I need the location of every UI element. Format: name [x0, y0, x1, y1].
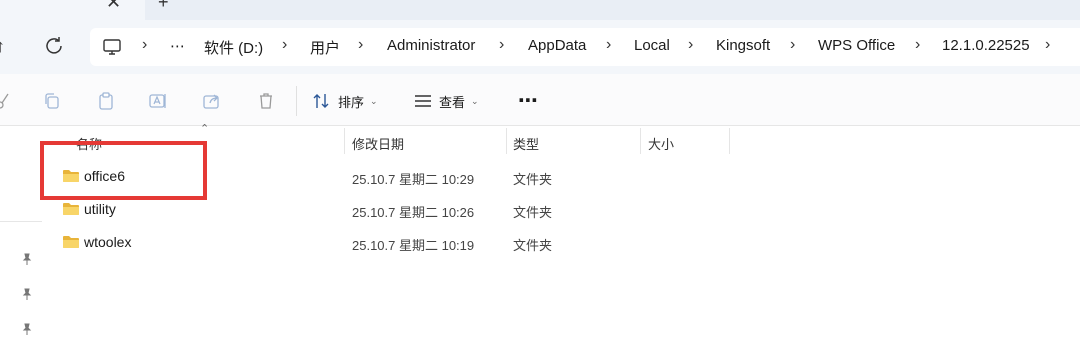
file-modified: 25.10.7 星期二 10:29	[352, 172, 475, 187]
column-resize-handle[interactable]	[640, 128, 641, 154]
sort-button[interactable]: 排序 ⌄	[312, 89, 378, 113]
breadcrumb-item[interactable]: Administrator	[387, 37, 475, 54]
file-type: 文件夹	[513, 238, 553, 253]
cut-icon[interactable]	[0, 91, 10, 111]
active-tab[interactable]	[0, 0, 145, 20]
breadcrumb-item[interactable]: WPS Office	[818, 37, 895, 54]
breadcrumb-item[interactable]: Kingsoft	[716, 37, 770, 54]
breadcrumb-item-current[interactable]: 12.1.0.22525	[942, 37, 1030, 54]
address-bar[interactable]: › ⋯ 软件 (D:) › 用户 › Administrator › AppDa…	[90, 28, 1080, 66]
chevron-down-icon: ⌄	[370, 95, 378, 106]
more-options-button[interactable]: ⋯	[518, 88, 539, 113]
column-header-type[interactable]: 类型	[513, 134, 539, 153]
breadcrumb-separator[interactable]: ›	[790, 36, 795, 54]
breadcrumb-separator[interactable]: ›	[915, 36, 920, 54]
copy-icon[interactable]	[42, 91, 62, 111]
address-row: ↑ › ⋯ 软件 (D:) › 用户 › Administrator › App…	[0, 20, 1080, 74]
column-header-size[interactable]: 大小	[648, 134, 674, 153]
file-name[interactable]: wtoolex	[84, 234, 131, 250]
view-label: 查看	[439, 94, 466, 110]
view-button[interactable]: 查看 ⌄	[413, 89, 479, 113]
breadcrumb-item[interactable]: 用户	[310, 37, 340, 58]
command-toolbar: 排序 ⌄ 查看 ⌄ ⋯	[0, 74, 1080, 126]
delete-icon[interactable]	[256, 91, 276, 111]
breadcrumb-separator[interactable]: ›	[282, 36, 287, 54]
column-resize-handle[interactable]	[344, 128, 345, 154]
file-modified: 25.10.7 星期二 10:26	[352, 205, 475, 220]
sort-label: 排序	[338, 94, 365, 110]
file-type: 文件夹	[513, 172, 553, 187]
file-type: 文件夹	[513, 205, 553, 220]
column-header-modified[interactable]: 修改日期	[352, 134, 404, 153]
breadcrumb-item[interactable]: AppData	[528, 37, 586, 54]
share-icon[interactable]	[202, 91, 222, 111]
folder-icon	[63, 236, 79, 248]
column-resize-handle[interactable]	[506, 128, 507, 154]
highlight-annotation	[40, 141, 207, 200]
pc-icon[interactable]	[102, 37, 122, 57]
folder-icon	[63, 203, 79, 215]
chevron-down-icon: ⌄	[471, 95, 479, 106]
sort-icon	[313, 94, 329, 108]
breadcrumb-separator[interactable]: ›	[358, 36, 363, 54]
breadcrumb-separator[interactable]: ›	[142, 36, 147, 54]
view-icon	[415, 95, 431, 107]
breadcrumb-item[interactable]: Local	[634, 37, 670, 54]
breadcrumb-separator[interactable]: ›	[1045, 36, 1050, 54]
close-tab-icon[interactable]: ✕	[106, 0, 121, 13]
toolbar-divider	[296, 86, 297, 116]
paste-icon[interactable]	[96, 91, 116, 111]
breadcrumb-separator[interactable]: ›	[499, 36, 504, 54]
file-row[interactable]: wtoolex 25.10.7 星期二 10:19 文件夹	[0, 226, 1080, 259]
arrow-up-icon[interactable]: ↑	[0, 36, 5, 57]
pin-icon[interactable]	[20, 287, 34, 301]
tab-strip: ✕ +	[0, 0, 1080, 20]
breadcrumb-separator[interactable]: ›	[606, 36, 611, 54]
breadcrumb-overflow[interactable]: ⋯	[170, 37, 185, 55]
column-resize-handle[interactable]	[729, 128, 730, 154]
new-tab-button[interactable]: +	[158, 0, 169, 13]
file-name[interactable]: utility	[84, 201, 116, 217]
breadcrumb-item[interactable]: 软件 (D:)	[204, 37, 263, 58]
pin-icon[interactable]	[20, 322, 34, 336]
rename-icon[interactable]	[148, 91, 168, 111]
refresh-icon[interactable]	[44, 35, 64, 57]
breadcrumb-separator[interactable]: ›	[688, 36, 693, 54]
file-modified: 25.10.7 星期二 10:19	[352, 238, 475, 253]
